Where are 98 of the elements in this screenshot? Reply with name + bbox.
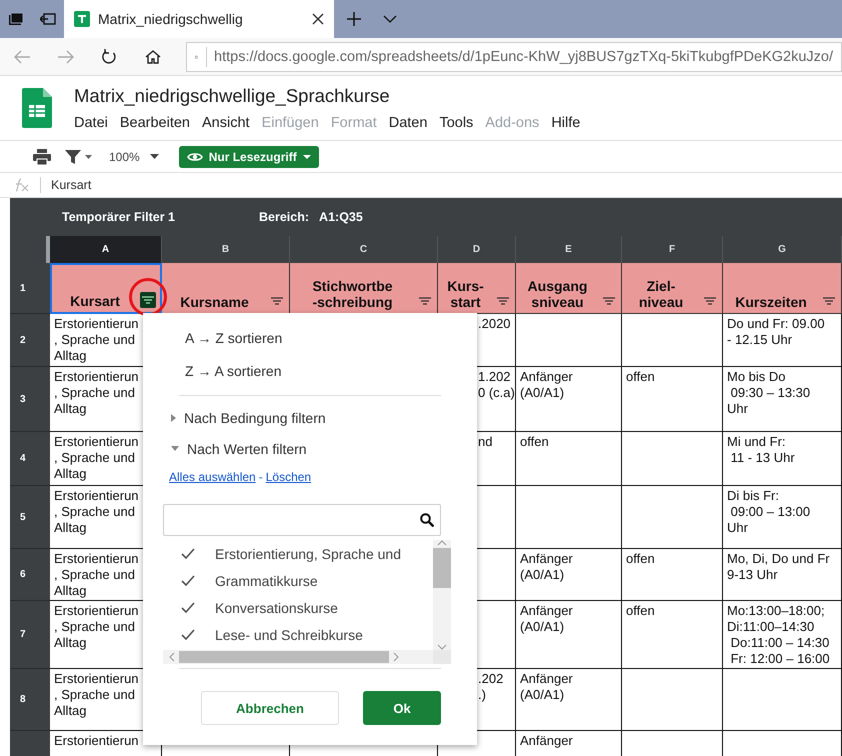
filter-lines-icon [419, 297, 431, 305]
caret-icon [85, 154, 92, 158]
row-header[interactable]: 3 [10, 367, 50, 432]
select-all-link[interactable]: Alles auswählen [169, 470, 256, 494]
filter-icon [65, 150, 81, 164]
value-option[interactable]: Konversationskurse [163, 594, 433, 621]
eye-icon [186, 150, 203, 162]
range-value: A1:Q35 [319, 210, 363, 224]
row-header[interactable]: 8 [10, 669, 50, 731]
table-cell: Anfänger (A0/A1) [516, 601, 622, 669]
link-separator: - [258, 470, 263, 486]
view-mode-button[interactable]: Nur Lesezugriff [178, 146, 319, 168]
header-text: Kurszeiten [734, 294, 808, 310]
row-header[interactable]: 2 [10, 314, 50, 367]
table-cell: Mo:13:00–18:00; Di:11:00–14:30 Do:11:00 – 14:30 Fr: 12:00 – 16:00 [723, 601, 842, 669]
table-cell: Anfänger [516, 731, 622, 756]
column-header[interactable]: G [723, 236, 842, 263]
header-text: Ausgang sniveau [526, 278, 588, 310]
table-cell: Anfänger (A0/A1) [516, 669, 622, 731]
table-cell: Mo, Di, Do und Fr 9-13 Uhr [723, 549, 842, 601]
search-field[interactable] [163, 504, 441, 536]
ok-button[interactable]: Ok [363, 691, 441, 725]
checkmark-icon[interactable] [181, 575, 195, 586]
print-icon[interactable] [33, 148, 51, 164]
value-option[interactable]: Grammatikkurse [163, 567, 433, 594]
browser-tab[interactable]: Matrix_niedrigschwellig [64, 0, 334, 38]
filter-lines-icon [603, 297, 615, 305]
table-cell: Mi und Fr: 11 - 13 Uhr [723, 432, 842, 486]
checkmark-icon[interactable] [181, 629, 195, 640]
header-text: Ziel- niveau [638, 278, 684, 310]
row-header[interactable]: 4 [10, 432, 50, 486]
table-cell: offen [622, 549, 723, 601]
header-text: Stichwortbe -schreibung [311, 278, 394, 310]
table-cell: Mo bis Do 09:30 – 13:30 Uhr [723, 367, 842, 432]
horizontal-scrollbar[interactable] [163, 650, 433, 664]
plus-icon[interactable] [346, 11, 362, 27]
chevron-up-icon [437, 540, 447, 546]
menu-item[interactable]: Bearbeiten [114, 113, 196, 133]
filter-lines-icon [142, 296, 154, 304]
table-cell: Di bis Fr: 09:00 – 13:00 Uhr [723, 486, 842, 549]
row-header[interactable]: 5 [10, 486, 50, 549]
checkmark-icon[interactable] [181, 602, 195, 613]
filter-lines-icon [497, 297, 509, 305]
table-cell: offen [622, 367, 723, 432]
tab-aside-icon[interactable] [40, 13, 56, 25]
formula-value[interactable]: Kursart [51, 178, 92, 192]
triangle-down-icon [171, 446, 179, 451]
table-cell: Do und Fr: 09.00 - 12.15 Uhr [723, 314, 842, 367]
chevron-down-icon [437, 644, 447, 650]
menu-item[interactable]: Tools [433, 113, 480, 133]
value-option[interactable]: Lese- und Schreibkurse [163, 621, 433, 648]
header-text: Kurs- start [446, 278, 485, 310]
chevron-right-icon [393, 652, 399, 662]
menu-item[interactable]: Hilfe [545, 113, 586, 133]
clear-link[interactable]: Löschen [266, 470, 312, 494]
column-header[interactable]: A [50, 236, 162, 263]
header-text: Kursname [179, 294, 250, 310]
table-cell: Anfänger (A0/A1) [516, 367, 622, 432]
filter-lines-icon [704, 297, 716, 305]
zoom-select[interactable]: 100% [103, 146, 165, 166]
column-header[interactable]: E [516, 236, 622, 263]
url-text: https://docs.google.com/spreadsheets/d/1pEunc-KhW_yj8BUS7gzTXq-5kiTkubgfPDeKG2kuJzo/ [214, 48, 833, 64]
chevron-left-icon [169, 652, 175, 662]
column-header[interactable]: D [438, 236, 516, 263]
filter-toggle[interactable] [140, 292, 156, 308]
filter-lines-icon [271, 297, 283, 305]
row-header[interactable]: 1 [10, 263, 50, 314]
close-icon[interactable] [312, 13, 324, 25]
menu-item[interactable]: Ansicht [196, 113, 256, 133]
range-label: Bereich: [259, 210, 310, 224]
header-text: Kursart [69, 293, 121, 309]
table-cell: Anfänger (A0/A1) [516, 549, 622, 601]
row-header[interactable]: 7 [10, 601, 50, 669]
chevron-down-icon[interactable] [383, 15, 397, 23]
menu-item[interactable]: Datei [68, 113, 114, 133]
vertical-scrollbar[interactable] [433, 540, 451, 650]
column-header[interactable]: C [290, 236, 438, 263]
filter-name: Temporärer Filter 1 [62, 210, 176, 224]
column-header[interactable]: B [162, 236, 290, 263]
table-cell: offen [622, 601, 723, 669]
column-header[interactable]: F [622, 236, 723, 263]
value-option[interactable]: Erstorientierung, Sprache und [163, 540, 433, 567]
caret-icon [302, 154, 311, 158]
menu-item[interactable]: Daten [382, 113, 434, 133]
caret-icon [150, 154, 159, 159]
sheets-icon [74, 11, 90, 27]
document-title[interactable]: Matrix_niedrigschwellige_Sprachkurse [74, 85, 592, 107]
row-header[interactable]: 6 [10, 549, 50, 601]
table-cell: offen [516, 432, 622, 486]
window-icon[interactable] [9, 13, 23, 25]
cancel-button[interactable]: Abbrechen [201, 691, 339, 725]
address-bar[interactable]: https://docs.google.com/spreadsheets/d/1pEunc-KhW_yj8BUS7gzTXq-5kiTkubgfPDeKG2kuJzo/ [186, 42, 842, 72]
home-icon[interactable] [145, 48, 163, 64]
checkmark-icon[interactable] [181, 548, 195, 559]
search-icon [420, 513, 434, 527]
filter-lines-icon [823, 297, 835, 305]
sheets-logo-icon [22, 88, 52, 128]
triangle-right-icon [171, 414, 176, 422]
